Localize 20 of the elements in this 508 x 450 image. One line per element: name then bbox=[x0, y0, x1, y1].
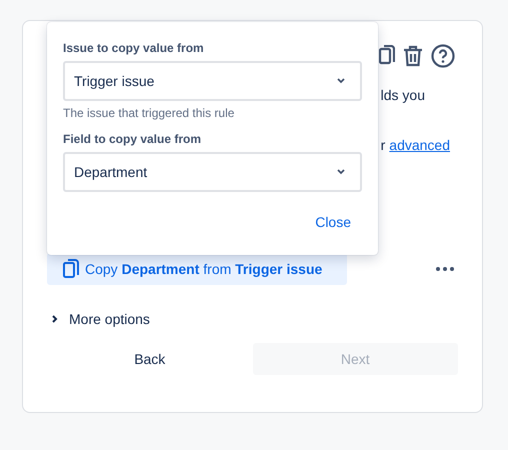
copy-icon bbox=[63, 259, 79, 279]
trash-icon[interactable] bbox=[403, 45, 423, 67]
advanced-link[interactable]: advanced bbox=[389, 137, 450, 155]
help-icon[interactable] bbox=[431, 44, 455, 68]
nav-button[interactable]: Back bbox=[47, 343, 252, 375]
action-text: Copy Department from Trigger issue bbox=[85, 261, 322, 277]
description-text: lds you bbox=[380, 87, 425, 105]
copy-icon[interactable] bbox=[379, 45, 395, 67]
helper-text: The issue that triggered this rule bbox=[63, 106, 236, 120]
select-field[interactable]: Trigger issue bbox=[63, 61, 362, 101]
more-icon[interactable] bbox=[436, 267, 454, 271]
chevron-down-icon bbox=[336, 78, 346, 84]
close-button[interactable]: Close bbox=[315, 214, 362, 230]
action-chip[interactable]: Copy Department from Trigger issue bbox=[47, 253, 347, 285]
field-label: Field to copy value from bbox=[63, 132, 202, 148]
description-text: r bbox=[380, 137, 386, 155]
select-field[interactable]: Department bbox=[63, 152, 362, 192]
field-label: Issue to copy value from bbox=[63, 41, 205, 57]
chevron-down-icon bbox=[336, 169, 346, 175]
more-options-toggle[interactable]: More options bbox=[47, 309, 458, 329]
